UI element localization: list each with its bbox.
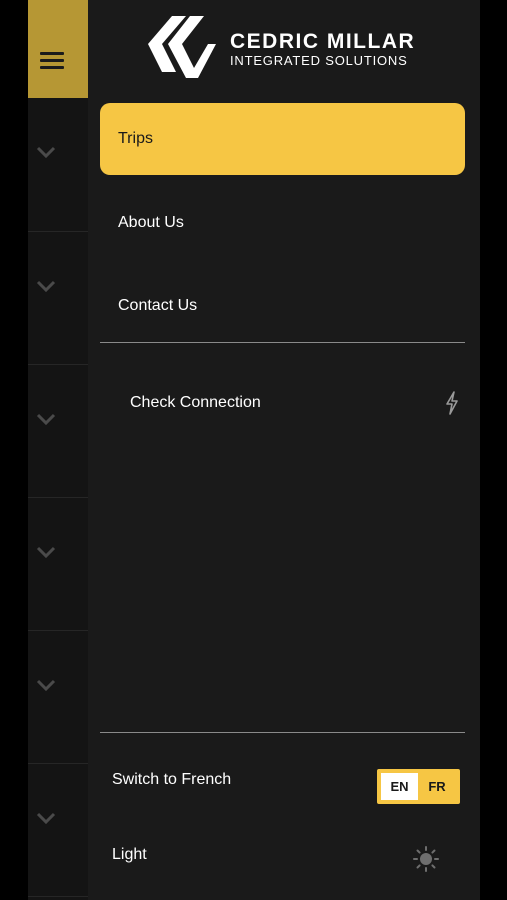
list-item[interactable] <box>28 631 88 764</box>
chevron-down-icon <box>36 146 56 158</box>
check-connection-button[interactable]: Check Connection <box>130 394 261 412</box>
list-item[interactable] <box>28 98 88 232</box>
chevron-down-icon <box>36 546 56 558</box>
list-item[interactable] <box>28 365 88 498</box>
hamburger-icon <box>40 52 64 55</box>
chevron-down-icon <box>36 413 56 425</box>
chevron-down-icon <box>36 679 56 691</box>
language-toggle[interactable]: EN FR <box>377 769 460 804</box>
lightning-icon[interactable] <box>445 391 459 415</box>
divider <box>100 342 465 343</box>
app-screen: CEDRIC MILLAR INTEGRATED SOLUTIONS Trips… <box>28 0 480 900</box>
hamburger-menu-button[interactable] <box>28 0 88 98</box>
logo-mark-icon <box>148 16 216 78</box>
list-item[interactable] <box>28 232 88 365</box>
chevron-down-icon <box>36 812 56 824</box>
chevron-down-icon <box>36 280 56 292</box>
theme-label: Light <box>112 846 147 863</box>
brand-subtitle: INTEGRATED SOLUTIONS <box>230 53 408 68</box>
list-item[interactable] <box>28 764 88 897</box>
list-item[interactable] <box>28 498 88 631</box>
nav-item-trips[interactable]: Trips <box>100 103 465 175</box>
background-list <box>28 0 88 900</box>
hamburger-icon-bar <box>40 59 64 62</box>
hamburger-icon-bar <box>40 66 64 69</box>
divider <box>100 732 465 733</box>
brand-title: CEDRIC MILLAR <box>230 30 416 53</box>
language-label: Switch to French <box>112 771 232 788</box>
language-option-fr[interactable]: FR <box>418 773 456 800</box>
nav-item-about-us[interactable]: About Us <box>100 187 465 259</box>
language-option-en[interactable]: EN <box>381 773 418 800</box>
sun-icon[interactable] <box>412 845 440 873</box>
navigation-drawer: CEDRIC MILLAR INTEGRATED SOLUTIONS Trips… <box>88 0 480 900</box>
nav-item-contact-us[interactable]: Contact Us <box>100 270 465 342</box>
brand-logo: CEDRIC MILLAR INTEGRATED SOLUTIONS <box>146 14 426 82</box>
